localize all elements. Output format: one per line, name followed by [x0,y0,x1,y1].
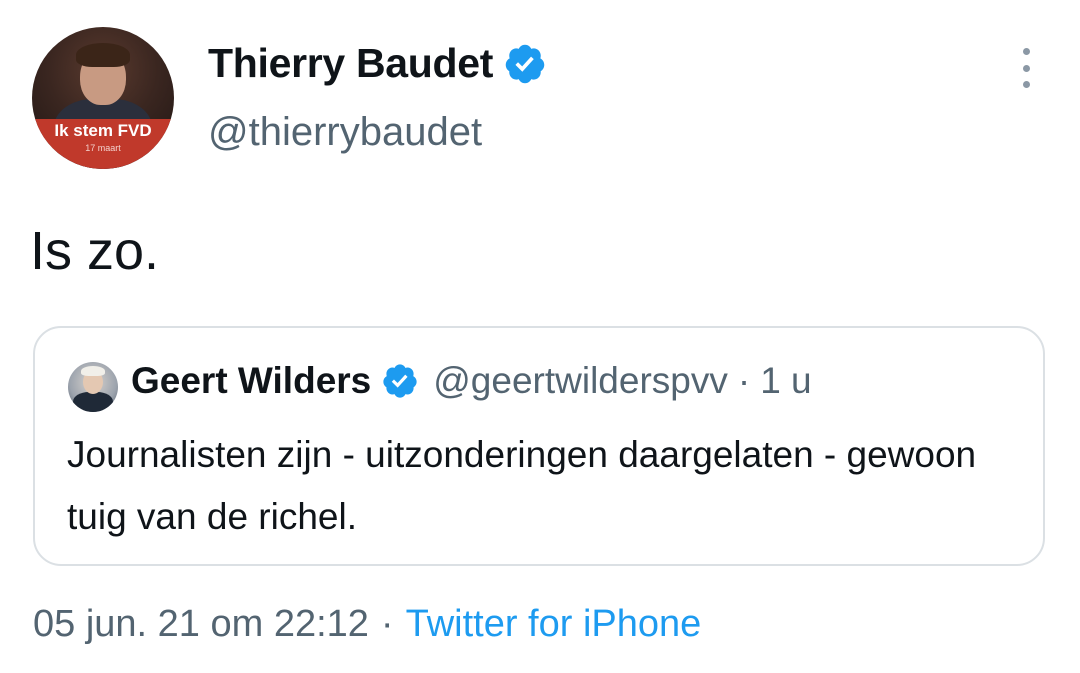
meta-separator: · [380,603,394,645]
tweet-text: Is zo. [30,221,160,281]
author-name-row: Thierry Baudet [208,40,547,87]
quoted-tweet[interactable]: Geert Wilders @geertwilderspvv · 1 u Jou… [33,326,1045,566]
author-avatar[interactable]: Ik stem FVD 17 maart [32,27,174,169]
tweet-source-link[interactable]: Twitter for iPhone [406,603,702,646]
tweet-meta: 05 jun. 21 om 22:12 · Twitter for iPhone [33,603,701,646]
quoted-tweet-text: Journalisten zijn - uitzonderingen daarg… [67,434,977,537]
quoted-avatar-figure-body [73,392,113,412]
more-dot [1022,81,1030,88]
quoted-avatar-figure-hair [81,366,105,376]
author-display-name[interactable]: Thierry Baudet [208,40,493,87]
avatar-figure-hair [76,43,130,67]
quoted-author-display-name[interactable]: Geert Wilders [131,360,371,402]
verified-badge-icon [383,364,417,398]
tweet-card: Ik stem FVD 17 maart Thierry Baudet @thi… [0,0,1080,673]
quoted-tweet-header: Geert Wilders @geertwilderspvv · 1 u [131,360,812,402]
verified-badge-icon [505,44,545,83]
more-dot [1022,48,1030,55]
quoted-separator: · [737,360,751,401]
avatar-subcaption: 17 maart [85,143,121,153]
more-vertical-icon[interactable] [1014,48,1038,88]
more-dot [1022,64,1030,72]
quoted-author-avatar[interactable] [68,362,118,412]
quoted-author-handle[interactable]: @geertwilderspvv [433,360,728,402]
avatar-caption: Ik stem FVD [54,121,152,140]
author-handle[interactable]: @thierrybaudet [208,110,482,155]
quoted-timestamp[interactable]: 1 u [760,360,811,402]
tweet-timestamp[interactable]: 05 jun. 21 om 22:12 [33,603,369,646]
